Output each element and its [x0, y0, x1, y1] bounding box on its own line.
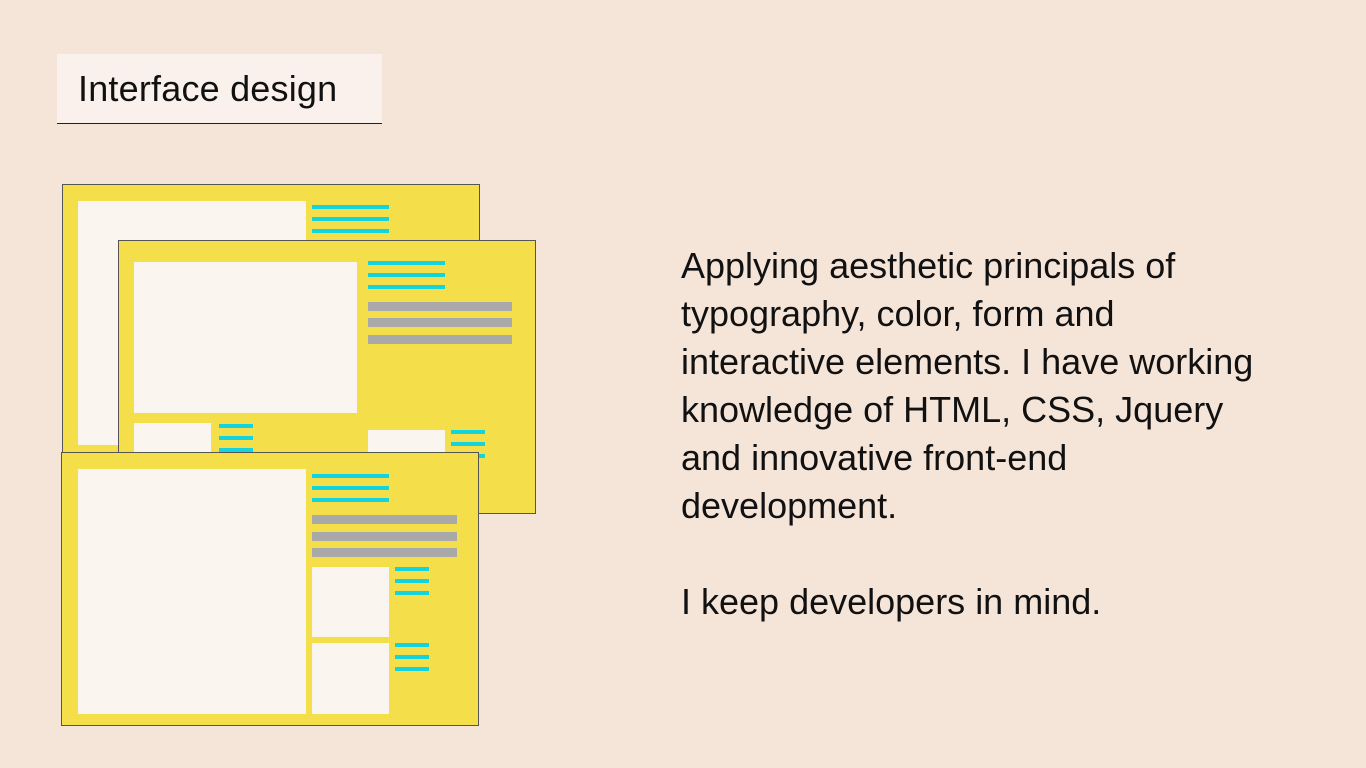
mockup-thumb-panel [312, 567, 389, 637]
mockup-thumb-line [395, 655, 429, 659]
mockup-thumb-line [395, 579, 429, 583]
mockup-thumb-line [451, 442, 485, 446]
mockup-nav-line [312, 474, 389, 478]
mockup-nav-line [312, 498, 389, 502]
description-tagline: I keep developers in mind. [681, 581, 1102, 622]
mockup-nav-line [312, 205, 389, 209]
mockup-thumb-line [219, 436, 253, 440]
description-paragraph: Applying aesthetic principals of typogra… [681, 245, 1254, 526]
mockup-thumb-line [451, 430, 485, 434]
section-title: Interface design [78, 67, 338, 109]
mockup-nav-line [368, 285, 445, 289]
mockup-nav-line [312, 217, 389, 221]
mockup-nav-line [368, 273, 445, 277]
mockup-nav-line [312, 229, 389, 233]
mockup-text-line [312, 532, 457, 541]
mockup-thumb-line [395, 667, 429, 671]
mockup-thumb-line [219, 424, 253, 428]
mockup-thumb-line [395, 643, 429, 647]
mockup-text-line [368, 318, 512, 327]
mockup-text-line [368, 335, 512, 344]
mockup-thumb-line [395, 591, 429, 595]
mockup-text-line [368, 302, 512, 311]
page: Interface design Applying aesthetic prin… [0, 0, 1366, 768]
mockup-nav-line [312, 486, 389, 490]
section-title-box: Interface design [57, 54, 382, 124]
mockup-text-line [312, 548, 457, 557]
mockup-main-panel [78, 469, 306, 714]
mockup-window-front [61, 452, 479, 726]
mockup-text-line [312, 515, 457, 524]
mockup-thumb-line [395, 567, 429, 571]
mockup-nav-line [368, 261, 445, 265]
mockup-hero-panel [134, 262, 357, 413]
description-text: Applying aesthetic principals of typogra… [681, 242, 1281, 626]
mockup-thumb-panel [312, 643, 389, 714]
